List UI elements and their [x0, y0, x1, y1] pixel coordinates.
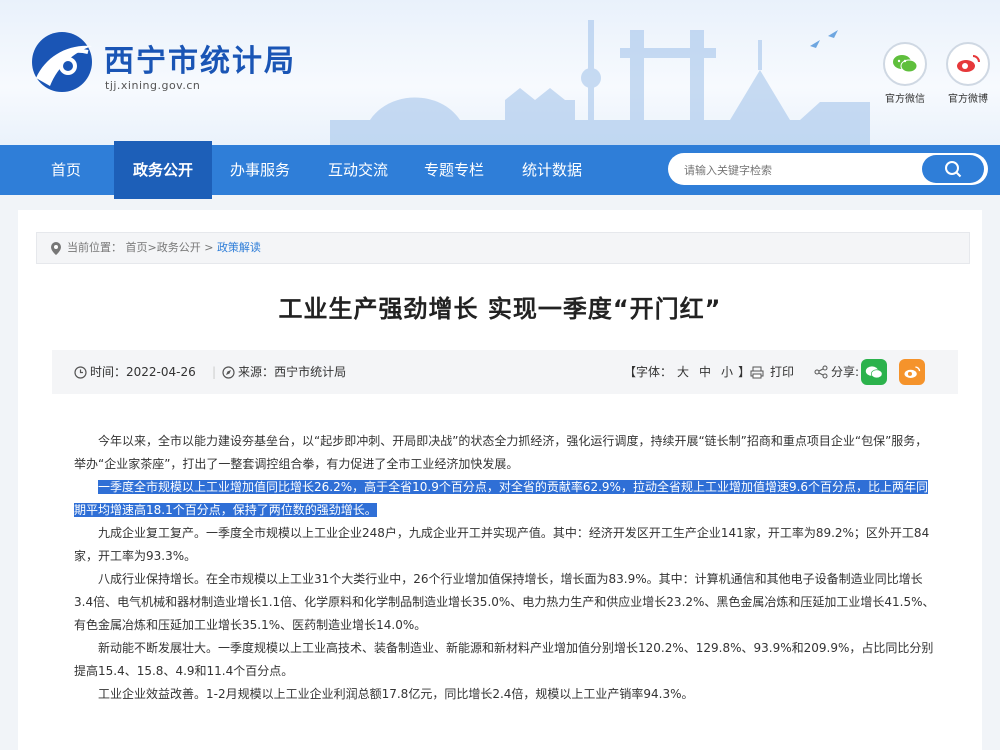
- social-weibo[interactable]: 官方微博: [943, 42, 993, 105]
- nav-item-topics[interactable]: 专题专栏: [412, 145, 496, 195]
- wechat-icon[interactable]: [883, 42, 927, 86]
- site-url: tjj.xining.gov.cn: [105, 79, 201, 92]
- search-box: [668, 153, 988, 185]
- nav-item-interaction[interactable]: 互动交流: [316, 145, 400, 195]
- source-value: 西宁市统计局: [274, 365, 347, 379]
- nav-item-services[interactable]: 办事服务: [218, 145, 302, 195]
- compass-icon: [222, 365, 235, 379]
- breadcrumb-current[interactable]: 政策解读: [217, 241, 261, 254]
- nav-item-statistics[interactable]: 统计数据: [510, 145, 594, 195]
- breadcrumb: 当前位置： 首页>政务公开 > 政策解读: [36, 232, 970, 264]
- breadcrumb-path[interactable]: 首页>政务公开 >: [126, 241, 217, 254]
- search-input[interactable]: [682, 159, 926, 181]
- article-paragraph: 工业企业效益改善。1-2月规模以上工业企业利润总额17.8亿元，同比增长2.4倍…: [98, 687, 694, 701]
- print-button[interactable]: 打印: [750, 350, 794, 394]
- selected-text[interactable]: 一季度全市规模以上工业增加值同比增长26.2%，高于全省10.9个百分点，对全省…: [74, 480, 929, 517]
- share-icon: [814, 365, 828, 379]
- font-small-button[interactable]: 小: [721, 350, 733, 394]
- site-title[interactable]: 西宁市统计局: [104, 36, 296, 80]
- weibo-icon[interactable]: [946, 42, 990, 86]
- site-logo-icon[interactable]: [22, 26, 98, 96]
- weibo-icon: [904, 365, 921, 378]
- article-meta-bar: 时间： 2022-04-26 | 来源： 西宁市统计局 【字体： 大 中 小 】…: [52, 350, 958, 394]
- search-icon: [945, 161, 962, 178]
- source-label: 来源：: [238, 365, 275, 379]
- social-label: 官方微博: [948, 94, 988, 105]
- publish-time: 时间： 2022-04-26: [74, 350, 196, 394]
- search-button[interactable]: [922, 155, 984, 183]
- font-large-button[interactable]: 大: [677, 350, 689, 394]
- article-title: 工业生产强劲增长 实现一季度“开门红”: [278, 295, 722, 323]
- article-paragraph: 八成行业保持增长。在全市规模以上工业31个大类行业中，26个行业增加值保持增长，…: [74, 572, 935, 632]
- font-close: 】: [738, 365, 751, 379]
- nav-item-home[interactable]: 首页: [28, 145, 104, 195]
- header-banner: 西宁市统计局 tjj.xining.gov.cn 官方微信 官方微博: [0, 0, 1000, 145]
- share-area: 分享:: [814, 350, 926, 394]
- social-label: 官方微信: [885, 94, 925, 105]
- printer-icon: [750, 366, 764, 378]
- share-weibo-button[interactable]: [899, 359, 926, 385]
- print-label: 打印: [770, 365, 795, 379]
- breadcrumb-prefix: 当前位置：: [67, 241, 122, 254]
- clock-icon: [74, 365, 87, 379]
- location-pin-icon: [51, 242, 61, 255]
- article-body: 今年以来，全市以能力建设夯基垒台，以“起步即冲刺、开局即决战”的状态全力抓经济，…: [74, 430, 938, 706]
- wechat-icon: [865, 365, 883, 378]
- time-value: 2022-04-26: [126, 365, 196, 379]
- article-paragraph-highlighted: 一季度全市规模以上工业增加值同比增长26.2%，高于全省10.9个百分点，对全省…: [74, 476, 938, 522]
- nav-item-government-affairs[interactable]: 政务公开: [114, 141, 212, 199]
- social-wechat[interactable]: 官方微信: [880, 42, 930, 105]
- font-label: 【字体：: [624, 365, 673, 379]
- article-paragraph: 今年以来，全市以能力建设夯基垒台，以“起步即冲刺、开局即决战”的状态全力抓经济，…: [74, 434, 928, 471]
- share-label: 分享:: [831, 365, 860, 379]
- time-label: 时间：: [90, 365, 127, 379]
- article-paragraph: 九成企业复工复产。一季度全市规模以上工业企业248户，九成企业开工并实现产值。其…: [74, 526, 930, 563]
- city-skyline-illustration: [330, 20, 870, 145]
- font-medium-button[interactable]: 中: [699, 350, 711, 394]
- article-source: | 来源： 西宁市统计局: [212, 350, 346, 394]
- font-size-controls: 【字体： 大 中 小 】: [624, 350, 750, 394]
- share-wechat-button[interactable]: [861, 359, 888, 385]
- article-paragraph: 新动能不断发展壮大。一季度规模以上工业高技术、装备制造业、新能源和新材料产业增加…: [74, 641, 934, 678]
